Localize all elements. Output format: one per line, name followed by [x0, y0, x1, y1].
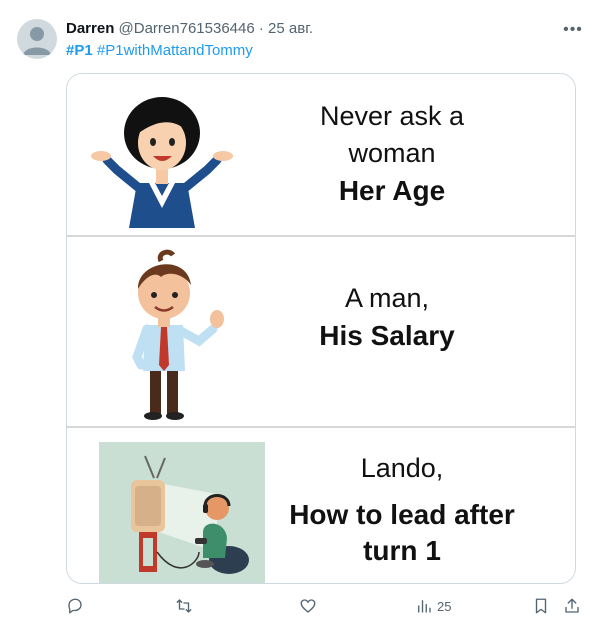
tweet-header: Darren @Darren761536446 · 25 авг.	[66, 19, 313, 39]
meme-panel-man: A man, His Salary	[67, 235, 575, 426]
panel3-text: Lando, How to lead after turn 1	[267, 450, 537, 569]
panel3-emphasis: How to lead after turn 1	[289, 499, 515, 566]
retweet-button[interactable]	[175, 592, 193, 620]
meme-panel-woman: Never ask a woman Her Age	[67, 74, 575, 235]
like-button[interactable]	[299, 592, 317, 620]
panel1-line1: Never ask a	[319, 101, 465, 131]
tweet-date[interactable]: 25 авг.	[268, 20, 313, 37]
panel1-emphasis: Her Age	[338, 175, 446, 206]
panel3-line1: Lando,	[360, 453, 444, 483]
panel2-line1: A man,	[344, 283, 430, 313]
views-icon	[418, 600, 431, 613]
panel2-emphasis: His Salary	[319, 320, 455, 351]
avatar[interactable]	[17, 19, 57, 59]
separator-dot: ·	[258, 20, 264, 37]
tweet[interactable]: Darren @Darren761536446 · 25 авг. ••• #P…	[0, 0, 600, 622]
default-avatar-icon	[23, 27, 51, 55]
tweet-image[interactable]: Never ask a woman Her Age A man, His Sal…	[66, 73, 576, 584]
more-options-icon[interactable]: •••	[560, 17, 586, 43]
views-count: 25	[437, 598, 452, 614]
author-name[interactable]: Darren	[66, 20, 114, 37]
views-button[interactable]: 25	[415, 592, 451, 620]
reply-icon	[68, 598, 82, 614]
meme-panel-lando: Lando, How to lead after turn 1	[67, 426, 575, 583]
reply-button[interactable]	[66, 592, 84, 620]
cartoon-woman-illustration	[91, 97, 233, 228]
share-icon	[565, 598, 579, 613]
panel1-line2: woman	[348, 138, 436, 168]
retweet-icon	[176, 599, 192, 613]
share-button[interactable]	[563, 592, 581, 620]
panel2-text: A man, His Salary	[277, 280, 497, 354]
hashtag-p1[interactable]: #P1	[66, 42, 93, 59]
cartoon-man-illustration	[132, 249, 224, 420]
kid-gaming-tv-illustration	[99, 442, 265, 583]
tweet-actions: 25	[66, 592, 588, 620]
panel1-text: Never ask a woman Her Age	[277, 98, 507, 209]
author-handle[interactable]: @Darren761536446	[119, 20, 255, 37]
heart-icon	[300, 599, 316, 613]
bookmark-icon	[535, 598, 547, 614]
tweet-text: #P1 #P1withMattandTommy	[66, 41, 253, 61]
hashtag-p1withmattandtommy[interactable]: #P1withMattandTommy	[97, 42, 253, 59]
bookmark-button[interactable]	[532, 592, 550, 620]
